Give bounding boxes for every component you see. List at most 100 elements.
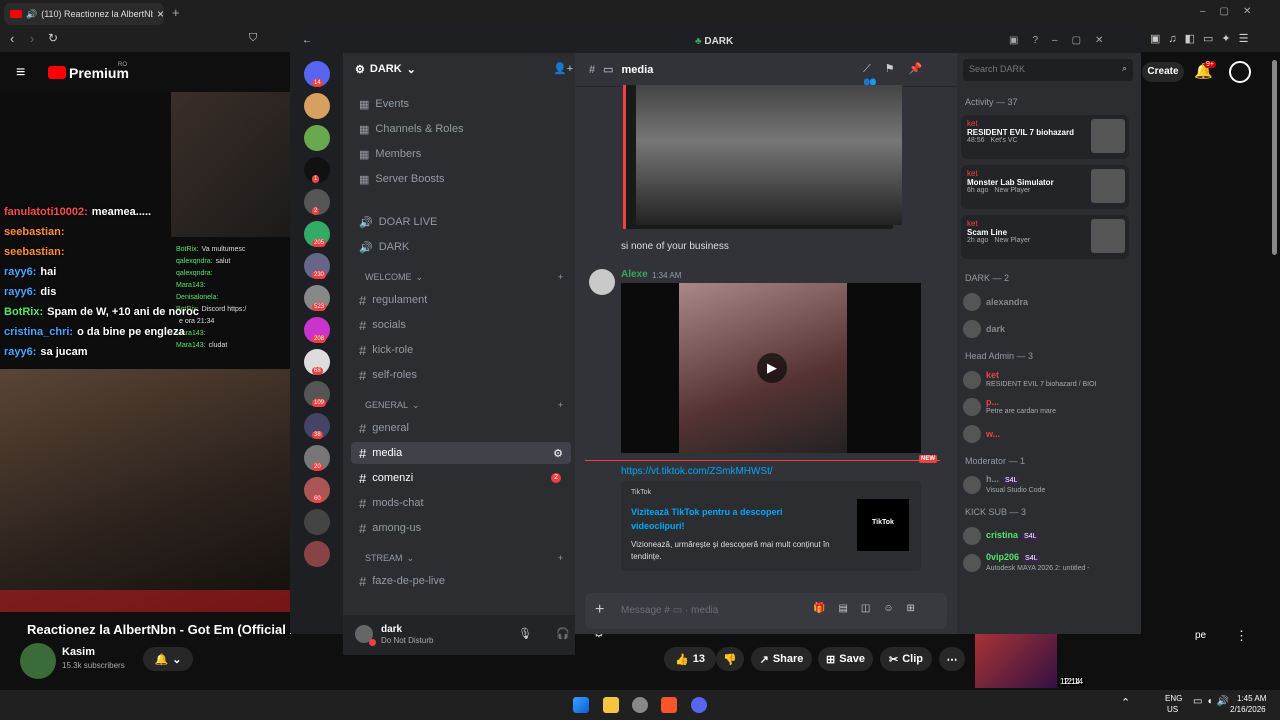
tray-icons[interactable]: ▭◖🔊 <box>1193 696 1233 707</box>
server-icon[interactable]: 20 <box>304 445 330 471</box>
message-link[interactable]: https://vt.tiktok.com/ZSmkMHWSt/ <box>621 466 773 477</box>
server-icon[interactable] <box>304 541 330 567</box>
server-icon[interactable]: 60 <box>304 477 330 503</box>
more-actions-button[interactable]: ⋯ <box>939 647 965 671</box>
text-channel[interactable]: # self-roles <box>351 364 571 386</box>
microphone-icon[interactable]: 🎙 <box>518 627 532 640</box>
add-attachment-icon[interactable]: + <box>595 601 604 619</box>
text-channel[interactable]: # socials <box>351 314 571 336</box>
back-icon[interactable]: ‹ <box>10 31 14 46</box>
share-button[interactable]: ↗ Share <box>751 647 812 671</box>
invite-people-icon[interactable]: 👤+ <box>553 62 573 75</box>
clock-time[interactable]: 1:45 AM <box>1237 694 1266 703</box>
browser-tab[interactable]: 🔊 (110) Reactionez la AlbertNbn × <box>4 3 164 25</box>
youtube-logo-icon[interactable] <box>48 66 66 79</box>
member-row[interactable]: cristina S4L <box>963 523 1127 549</box>
image-attachment[interactable] <box>623 85 902 229</box>
headphones-icon[interactable]: 🎧 <box>556 627 570 640</box>
member-row[interactable]: dark <box>963 316 1127 342</box>
text-channel[interactable]: # kick-role <box>351 339 571 361</box>
message-composer[interactable]: + Message # ▭ · media 🎁▤◫☺⊞ <box>585 593 947 629</box>
add-channel-icon[interactable]: + <box>558 272 563 282</box>
chrome-icon[interactable] <box>632 697 648 713</box>
reload-icon[interactable]: ↻ <box>48 31 58 45</box>
activity-card[interactable]: ket Monster Lab Simulator 6h ago New Player <box>961 165 1129 209</box>
text-channel[interactable]: # media ⚙ <box>351 442 571 464</box>
text-channel[interactable]: # faze-de-pe-live <box>351 570 571 592</box>
member-row[interactable]: h... S4L Visual Studio Code <box>963 472 1127 498</box>
server-icon[interactable]: 68 <box>304 349 330 375</box>
brave-icon[interactable] <box>661 697 677 713</box>
server-icon[interactable]: 230 <box>304 253 330 279</box>
server-icon[interactable]: 38 <box>304 413 330 439</box>
bookmark-icon[interactable]: ⛉ <box>249 32 257 45</box>
text-channel[interactable]: # mods-chat <box>351 492 571 514</box>
scrollbar[interactable] <box>1272 60 1277 255</box>
video-progress-bar[interactable] <box>0 590 290 612</box>
kebab-menu-icon[interactable]: ⋮ <box>1235 628 1248 644</box>
member-row[interactable]: 0vip206 S4L Autodesk MAYA 2026.2: untitled… <box>963 550 1127 576</box>
clip-button[interactable]: ✂ Clip <box>880 647 932 671</box>
forward-icon[interactable]: › <box>30 31 34 46</box>
member-row[interactable]: alexandra <box>963 289 1127 315</box>
avatar[interactable] <box>1229 61 1251 83</box>
voice-channel[interactable]: 🔊 DOAR LIVE <box>351 211 571 233</box>
voice-channel[interactable]: 🔊 DARK <box>351 236 571 258</box>
server-icon[interactable]: 208 <box>304 317 330 343</box>
discord-icon[interactable] <box>691 697 707 713</box>
message-author[interactable]: Alexe <box>621 269 648 280</box>
composer-toolbar-icons[interactable]: 🎁▤◫☺⊞ <box>813 603 928 614</box>
server-icon[interactable]: 523 <box>304 285 330 311</box>
subscribe-bell-button[interactable]: 🔔 ⌄ <box>143 647 193 671</box>
server-menu-item[interactable]: ▦ Members <box>351 143 571 165</box>
add-channel-icon[interactable]: + <box>558 400 563 410</box>
server-icon[interactable] <box>304 509 330 535</box>
member-row[interactable]: p... Petre are cardan mare <box>963 394 1127 420</box>
video-attachment[interactable]: ▶ <box>621 283 921 453</box>
miniplayer[interactable]: 12:14 <box>975 633 1086 688</box>
channel-category[interactable]: GENERAL ⌄ + <box>351 397 571 413</box>
server-icon[interactable] <box>304 125 330 151</box>
activity-header[interactable]: Activity — 37 <box>965 97 1018 107</box>
file-explorer-icon[interactable] <box>603 697 619 713</box>
user-name[interactable]: dark <box>381 624 402 635</box>
tray-lang[interactable]: ENG <box>1165 694 1182 703</box>
member-row[interactable]: w... <box>963 421 1127 447</box>
new-tab-button[interactable]: + <box>172 5 180 20</box>
author-avatar[interactable] <box>589 269 615 295</box>
save-button[interactable]: ⊞ Save <box>818 647 873 671</box>
window-controls[interactable]: ▣?–▢✕ <box>1009 35 1117 46</box>
server-icon[interactable]: 2 <box>304 189 330 215</box>
server-icon[interactable]: 109 <box>304 381 330 407</box>
like-button[interactable]: 👍 13 <box>664 647 716 671</box>
server-menu-item[interactable]: ▦ Events <box>351 93 571 115</box>
dislike-button[interactable]: 👎 <box>716 647 744 671</box>
server-menu-item[interactable]: ▦ Server Boosts <box>351 168 571 190</box>
activity-card[interactable]: ket RESIDENT EVIL 7 biohazard 48:56 Ket's V… <box>961 115 1129 159</box>
server-menu-item[interactable]: ▦ Channels & Roles <box>351 118 571 140</box>
server-icon[interactable]: 205 <box>304 221 330 247</box>
menu-icon[interactable]: ≡ <box>16 64 25 82</box>
tab-close-icon[interactable]: × <box>157 7 164 21</box>
member-row[interactable]: ket RESIDENT EVIL 7 biohazard / BIOI <box>963 367 1127 393</box>
channel-category[interactable]: WELCOME ⌄ + <box>351 269 571 285</box>
text-channel[interactable]: # regulament <box>351 289 571 311</box>
tab-audio-icon[interactable]: 🔊 <box>26 9 37 20</box>
text-channel[interactable]: # comenzi 2 <box>351 467 571 489</box>
clock-date[interactable]: 2/16/2026 <box>1230 705 1266 714</box>
channel-avatar[interactable] <box>20 643 56 679</box>
server-icon[interactable] <box>304 93 330 119</box>
extensions-icons[interactable]: ▣♫◧▭✦☰ <box>1150 32 1257 45</box>
add-channel-icon[interactable]: + <box>558 553 563 563</box>
text-channel[interactable]: # general <box>351 417 571 439</box>
server-icon[interactable]: 14 <box>304 61 330 87</box>
video-player[interactable]: BotRix: Va multumesc qalexqndra: salut qalex… <box>0 92 290 612</box>
back-arrow-icon[interactable]: ← <box>302 35 312 46</box>
play-icon[interactable]: ▶ <box>757 353 787 383</box>
tray-region[interactable]: US <box>1167 705 1178 714</box>
window-controls[interactable]: –▢✕ <box>1200 6 1265 17</box>
activity-card[interactable]: ket Scam Line 2h ago New Player <box>961 215 1129 259</box>
tray-chevron-icon[interactable]: ⌃ <box>1121 696 1130 709</box>
server-icon[interactable]: 1 <box>304 157 330 183</box>
embed-title[interactable]: Vizitează TikTok pentru a descoperi vide… <box>631 505 821 533</box>
